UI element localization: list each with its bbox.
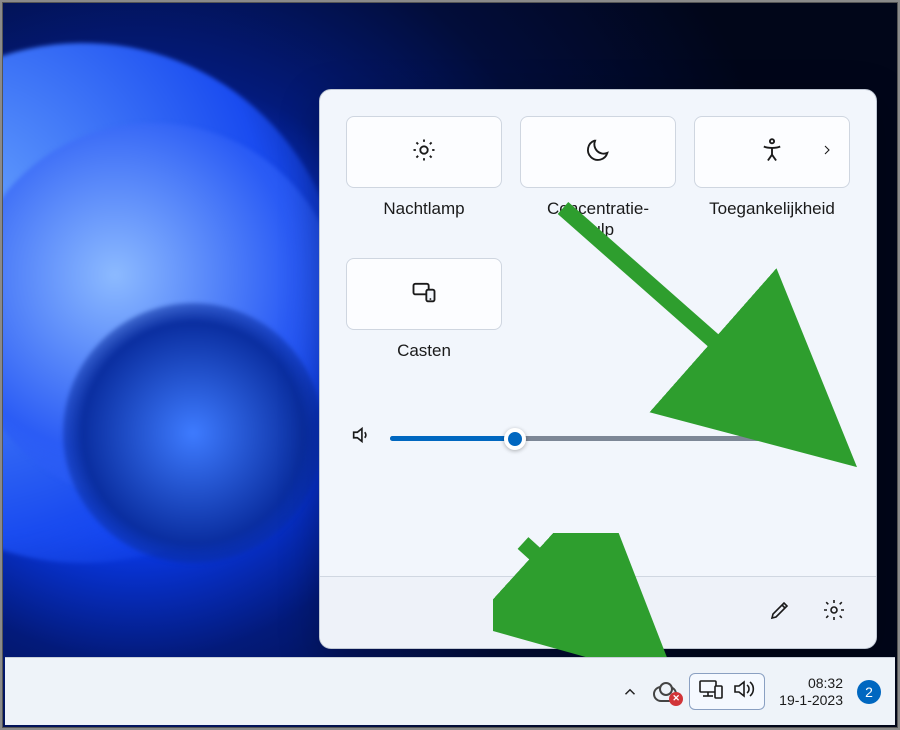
tile-label-nightlight: Nachtlamp [383,198,464,242]
taskbar: 08:32 19-1-2023 2 [5,657,895,725]
tile-label-accessibility: Toegankelijkheid [709,198,835,242]
pencil-icon [768,598,792,627]
tile-accessibility[interactable] [694,116,850,188]
tile-label-cast: Casten [397,340,451,384]
desktop-background: Nachtlamp Concentratie- hulp [2,2,898,728]
tile-focus-assist[interactable] [520,116,676,188]
open-settings-button[interactable] [810,589,858,637]
taskbar-clock[interactable]: 08:32 19-1-2023 [779,675,843,709]
onedrive-status-icon[interactable] [653,679,679,705]
error-badge-icon [669,692,683,706]
volume-more-chevron[interactable] [826,425,846,450]
tray-overflow-button[interactable] [617,679,643,705]
chevron-right-icon [819,142,835,163]
edit-quick-settings-button[interactable] [756,589,804,637]
volume-slider[interactable] [390,428,808,448]
clock-date: 19-1-2023 [779,692,843,709]
accessibility-icon [758,136,786,169]
volume-icon [350,424,372,451]
tile-cast[interactable] [346,258,502,330]
notification-count-badge[interactable]: 2 [857,680,881,704]
moon-icon [584,136,612,169]
gear-icon [822,598,846,627]
systray-button[interactable] [689,673,765,710]
quick-settings-footer [320,576,876,648]
quick-settings-panel: Nachtlamp Concentratie- hulp [319,89,877,649]
brightness-icon [410,136,438,169]
network-icon [698,678,724,705]
clock-time: 08:32 [779,675,843,692]
cast-icon [410,278,438,311]
tile-nightlight[interactable] [346,116,502,188]
wallpaper-swirl [63,303,323,563]
volume-tray-icon [732,678,756,705]
tile-label-focus-assist: Concentratie- hulp [547,198,649,242]
